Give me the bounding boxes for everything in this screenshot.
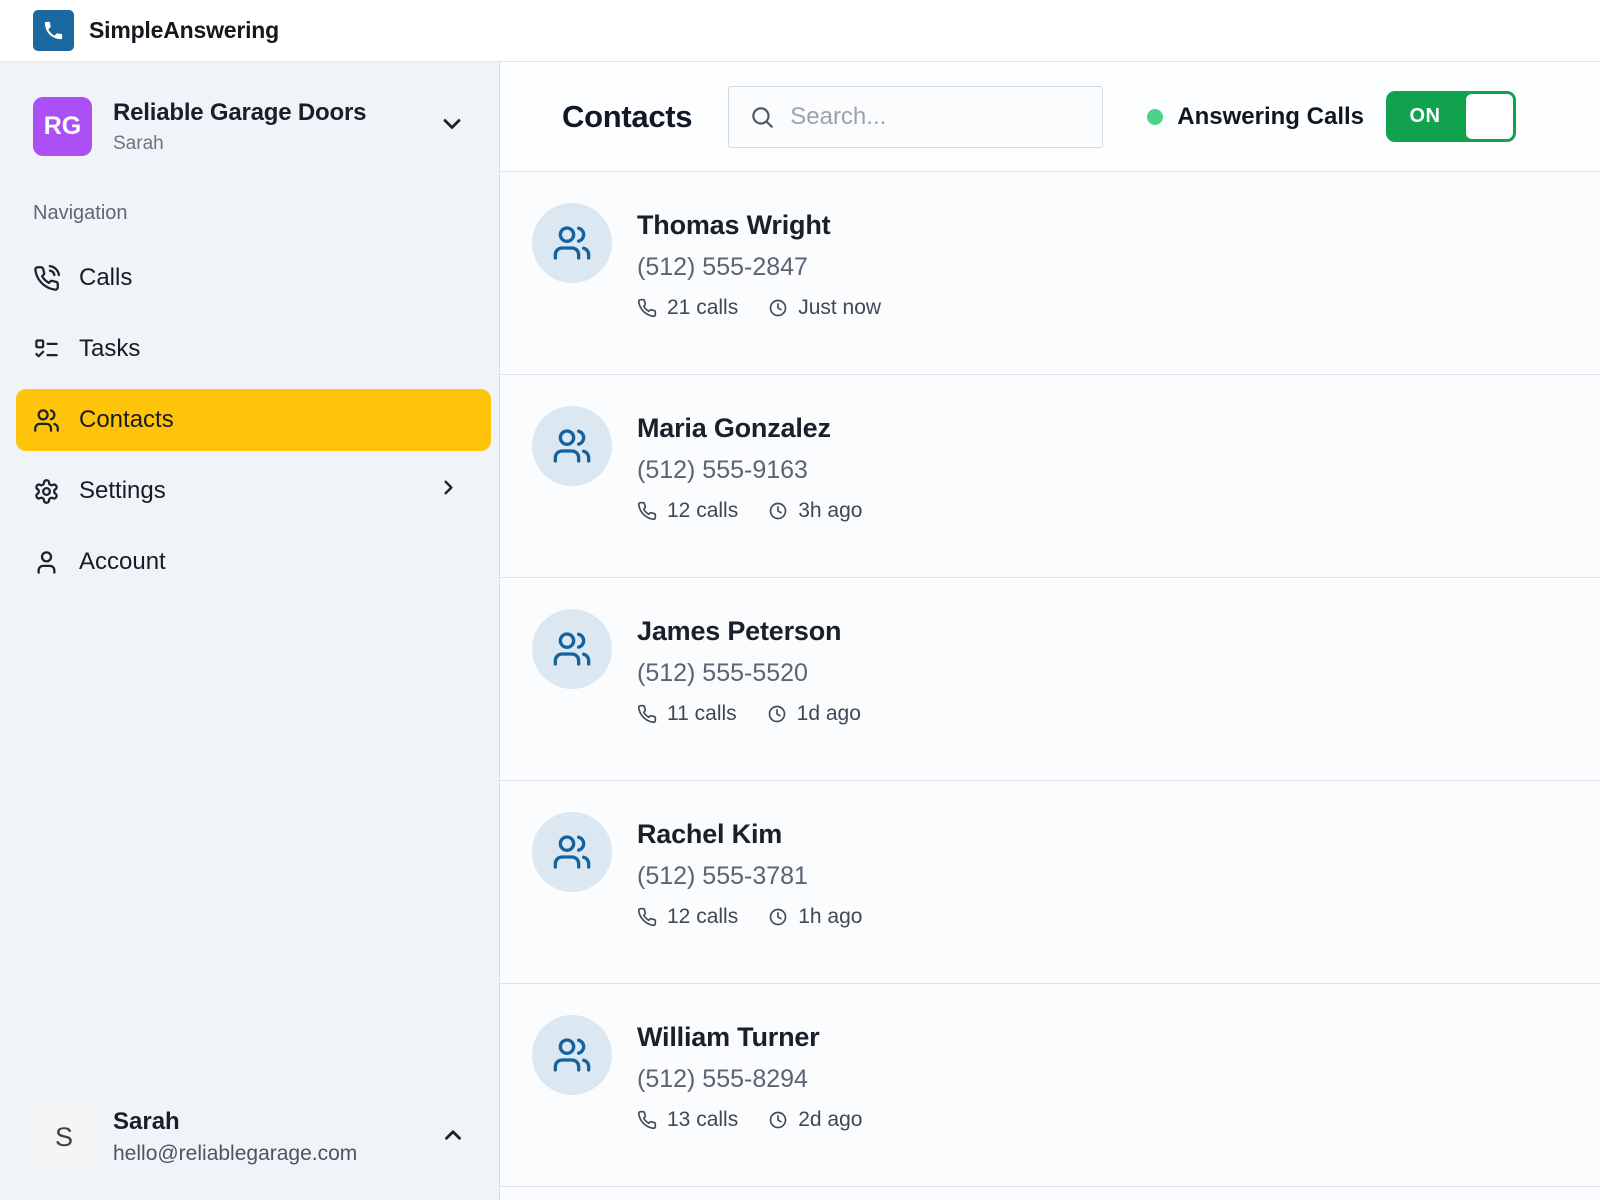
contact-phone: (512) 555-9163: [637, 456, 808, 484]
sidebar-item-tasks[interactable]: Tasks: [16, 318, 491, 380]
contact-phone: (512) 555-2847: [637, 253, 808, 281]
sidebar-item-settings[interactable]: Settings: [16, 460, 491, 522]
phone-icon: [637, 501, 657, 521]
phone-icon: [637, 1110, 657, 1130]
contact-phone: (512) 555-5520: [637, 659, 808, 687]
contact-name: James Peterson: [637, 616, 842, 646]
status-dot: [1147, 108, 1164, 125]
answering-calls-toggle[interactable]: ON: [1386, 91, 1516, 142]
toggle-knob: [1466, 94, 1513, 139]
contacts-header: Contacts Answering Calls ON: [500, 62, 1600, 172]
contact-last: 1d ago: [796, 702, 861, 725]
top-bar: SimpleAnswering: [0, 0, 1600, 62]
users-icon: [552, 426, 592, 466]
contact-calls: 11 calls: [667, 702, 737, 725]
users-icon: [33, 407, 60, 434]
org-switcher[interactable]: RG Reliable Garage Doors Sarah: [0, 62, 499, 156]
sidebar-item-account[interactable]: Account: [16, 531, 491, 593]
clock-icon: [768, 501, 788, 521]
sidebar-item-label: Settings: [79, 477, 166, 504]
users-icon: [552, 629, 592, 669]
contact-avatar: [532, 812, 612, 892]
contact-row[interactable]: William Turner (512) 555-8294 13 calls 2…: [500, 984, 1600, 1187]
contact-last: 2d ago: [798, 1108, 863, 1131]
contact-calls: 21 calls: [667, 296, 739, 319]
app-title: SimpleAnswering: [89, 17, 279, 43]
chevron-up-icon: [440, 1122, 466, 1153]
phone-call-icon: [33, 264, 60, 292]
phone-icon: [637, 907, 657, 927]
contact-last: Just now: [798, 296, 882, 319]
clock-icon: [768, 907, 788, 927]
contact-name: Rachel Kim: [637, 819, 783, 849]
sidebar: RG Reliable Garage Doors Sarah Navigatio…: [0, 62, 500, 1200]
contact-name: Thomas Wright: [637, 210, 831, 240]
search-box: [728, 85, 1104, 148]
phone-icon: [637, 298, 657, 318]
app-logo: [33, 10, 74, 51]
contact-name: Maria Gonzalez: [637, 413, 831, 443]
phone-icon: [637, 704, 657, 724]
org-avatar: RG: [33, 97, 92, 156]
contact-name: William Turner: [637, 1022, 820, 1052]
phone-icon: [42, 19, 65, 42]
contact-phone: (512) 555-3781: [637, 862, 808, 890]
search-input[interactable]: [790, 102, 1083, 131]
contact-avatar: [532, 609, 612, 689]
contact-row[interactable]: Rachel Kim (512) 555-3781 12 calls 1h ag…: [500, 781, 1600, 984]
user-avatar: S: [33, 1106, 95, 1168]
main-content: Contacts Answering Calls ON: [500, 62, 1600, 1200]
chevron-right-icon: [437, 476, 460, 506]
org-name: Reliable Garage Doors: [113, 98, 367, 126]
org-subtitle: Sarah: [113, 132, 164, 154]
user-icon: [33, 549, 60, 576]
sidebar-item-label: Tasks: [79, 335, 141, 362]
users-icon: [552, 1035, 592, 1075]
contact-avatar: [532, 203, 612, 283]
page-title: Contacts: [562, 98, 693, 134]
toggle-on-label: ON: [1409, 105, 1441, 127]
chevron-down-icon: [438, 110, 466, 143]
nav-section-label: Navigation: [33, 202, 128, 224]
contact-row[interactable]: Maria Gonzalez (512) 555-9163 12 calls 3…: [500, 375, 1600, 578]
contact-row[interactable]: Thomas Wright (512) 555-2847 21 calls Ju…: [500, 172, 1600, 375]
contact-avatar: [532, 406, 612, 486]
contact-last: 3h ago: [798, 499, 863, 522]
search-icon: [749, 104, 775, 130]
contact-last: 1h ago: [798, 905, 863, 928]
list-todo-icon: [33, 336, 60, 363]
status-label: Answering Calls: [1177, 102, 1364, 130]
sidebar-item-label: Account: [79, 548, 166, 575]
contact-calls: 12 calls: [667, 905, 739, 928]
clock-icon: [767, 704, 787, 724]
clock-icon: [768, 298, 788, 318]
sidebar-item-label: Calls: [79, 264, 133, 291]
users-icon: [552, 223, 592, 263]
sidebar-item-contacts[interactable]: Contacts: [16, 389, 491, 451]
answering-status: Answering Calls ON: [1147, 91, 1516, 142]
user-menu[interactable]: S Sarah hello@reliablegarage.com: [0, 1106, 499, 1200]
contact-avatar: [532, 1015, 612, 1095]
user-name: Sarah: [113, 1108, 180, 1135]
sidebar-item-label: Contacts: [79, 406, 174, 433]
clock-icon: [768, 1110, 788, 1130]
user-email: hello@reliablegarage.com: [113, 1142, 358, 1165]
contact-calls: 12 calls: [667, 499, 739, 522]
users-icon: [552, 832, 592, 872]
gear-icon: [33, 478, 60, 505]
contact-phone: (512) 555-8294: [637, 1065, 808, 1093]
sidebar-nav: Calls Tasks Contacts Settings Account: [0, 247, 499, 602]
contact-row[interactable]: James Peterson (512) 555-5520 11 calls 1…: [500, 578, 1600, 781]
contact-calls: 13 calls: [667, 1108, 739, 1131]
sidebar-item-calls[interactable]: Calls: [16, 247, 491, 309]
contact-list: Thomas Wright (512) 555-2847 21 calls Ju…: [500, 172, 1600, 1200]
